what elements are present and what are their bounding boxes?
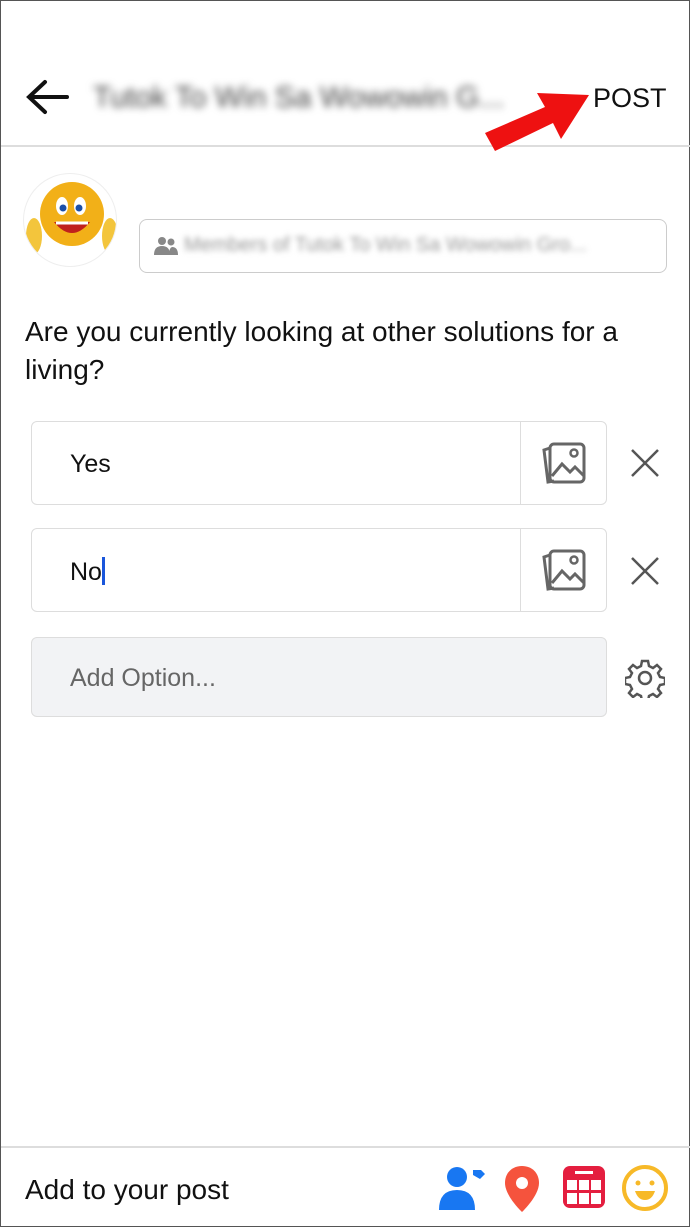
remove-option-2-icon[interactable] xyxy=(627,553,663,589)
option-value: No xyxy=(70,558,102,586)
avatar xyxy=(23,173,117,267)
add-photo-button[interactable] xyxy=(520,529,606,611)
photo-icon xyxy=(541,549,585,591)
poll-option-2[interactable]: No xyxy=(31,528,607,612)
add-to-post-bar[interactable]: Add to your post xyxy=(1,1146,690,1228)
header: Tutok To Win Sa Wowowin G... POST xyxy=(1,1,690,151)
gear-icon[interactable] xyxy=(625,658,665,698)
add-photo-button[interactable] xyxy=(520,422,606,504)
add-option-placeholder: Add Option... xyxy=(70,664,216,692)
event-icon[interactable] xyxy=(561,1164,607,1210)
audience-label: Members of Tutok To Win Sa Wowowin Gro..… xyxy=(184,234,587,256)
photo-icon xyxy=(541,442,585,484)
group-members-icon xyxy=(154,237,178,255)
option-text[interactable]: Yes xyxy=(70,450,111,479)
poll-question[interactable]: Are you currently looking at other solut… xyxy=(25,313,675,389)
add-to-post-label: Add to your post xyxy=(25,1174,229,1205)
text-cursor xyxy=(101,557,105,585)
annotation-arrow-icon xyxy=(485,93,589,151)
tag-people-icon[interactable] xyxy=(437,1164,487,1212)
remove-option-1-icon[interactable] xyxy=(627,445,663,481)
option-text[interactable]: No xyxy=(70,557,105,587)
audience-selector[interactable]: Members of Tutok To Win Sa Wowowin Gro..… xyxy=(139,219,667,273)
poll-option-1[interactable]: Yes xyxy=(31,421,607,505)
location-icon[interactable] xyxy=(503,1164,541,1214)
post-button[interactable]: POST xyxy=(593,83,667,114)
feeling-icon[interactable] xyxy=(621,1164,669,1212)
back-arrow-icon[interactable] xyxy=(25,79,69,115)
group-title: Tutok To Win Sa Wowowin G... xyxy=(93,81,505,114)
add-option-input[interactable]: Add Option... xyxy=(31,637,607,717)
